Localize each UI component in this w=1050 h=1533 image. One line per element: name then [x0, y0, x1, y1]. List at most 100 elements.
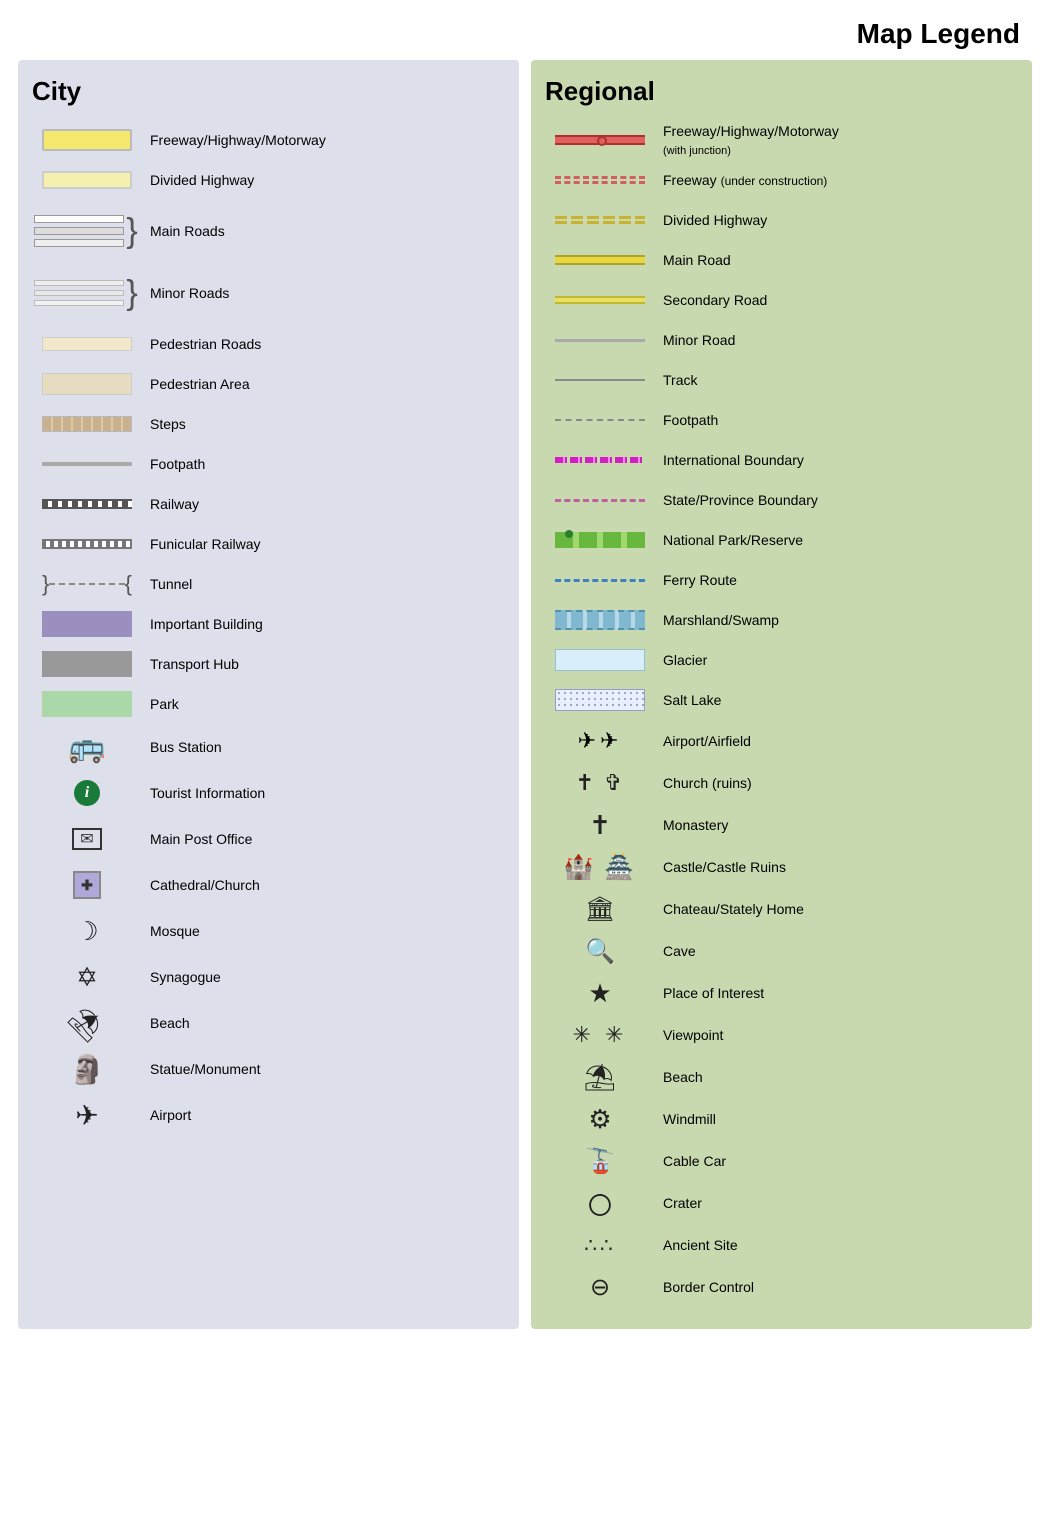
park-symbol	[42, 691, 132, 717]
list-item: Pedestrian Area	[32, 365, 505, 403]
statue-label: Statue/Monument	[142, 1060, 261, 1078]
synagogue-icon: ✡	[76, 962, 98, 993]
bus-icon: 🚌	[68, 730, 105, 765]
list-item: ✚ Cathedral/Church	[32, 863, 505, 907]
transport-hub-label: Transport Hub	[142, 655, 239, 673]
reg-cave-icon: 🔍	[585, 937, 615, 966]
list-item: ★ Place of Interest	[545, 973, 1018, 1013]
railway-label: Railway	[142, 495, 199, 513]
reg-poi-icon: ★	[588, 978, 611, 1009]
list-item: Park	[32, 685, 505, 723]
reg-footpath-symbol	[555, 419, 645, 421]
divided-highway-symbol	[42, 171, 132, 189]
main-roads-label: Main Roads	[142, 222, 225, 240]
header: Map Legend	[0, 0, 1050, 60]
bus-station-label: Bus Station	[142, 738, 222, 756]
cathedral-label: Cathedral/Church	[142, 876, 260, 894]
divided-highway-label: Divided Highway	[142, 171, 254, 189]
list-item: ✈ Airport	[32, 1093, 505, 1137]
reg-chateau-label: Chateau/Stately Home	[655, 900, 804, 918]
reg-secondary-label: Secondary Road	[655, 291, 767, 309]
funicular-label: Funicular Railway	[142, 535, 260, 553]
reg-minor-symbol	[555, 339, 645, 342]
reg-freeway-uc-label: Freeway (under construction)	[655, 171, 827, 190]
list-item: ✡ Synagogue	[32, 955, 505, 999]
reg-chateau-icon: 🏛	[585, 895, 615, 924]
reg-crater-label: Crater	[655, 1194, 702, 1212]
list-item: Railway	[32, 485, 505, 523]
list-item: Main Road	[545, 241, 1018, 279]
list-item: ✝ ✞ Church (ruins)	[545, 763, 1018, 803]
footpath-symbol	[42, 462, 132, 466]
list-item: ✝ Monastery	[545, 805, 1018, 845]
reg-divided-symbol	[555, 216, 645, 224]
cathedral-icon: ✚	[73, 871, 101, 899]
reg-monastery-label: Monastery	[655, 816, 728, 834]
list-item: Minor Road	[545, 321, 1018, 359]
synagogue-label: Synagogue	[142, 968, 221, 986]
list-item: ⚙ Windmill	[545, 1099, 1018, 1139]
reg-viewpoint-icon: ✳ ✳	[573, 1022, 628, 1048]
minor-roads-label: Minor Roads	[142, 284, 229, 302]
list-item: ⛱ Beach	[545, 1057, 1018, 1097]
reg-state-label: State/Province Boundary	[655, 491, 818, 509]
reg-viewpoint-label: Viewpoint	[655, 1026, 723, 1044]
list-item: Secondary Road	[545, 281, 1018, 319]
pedestrian-area-label: Pedestrian Area	[142, 375, 250, 393]
reg-windmill-icon: ⚙	[588, 1104, 611, 1135]
list-item: ✈✈ Airport/Airfield	[545, 721, 1018, 761]
tunnel-symbol: } {	[42, 576, 132, 592]
reg-mainroad-symbol	[555, 255, 645, 265]
regional-title: Regional	[545, 76, 1018, 107]
reg-airport-icon: ✈✈	[578, 728, 623, 754]
list-item: Marshland/Swamp	[545, 601, 1018, 639]
reg-marsh-symbol	[555, 610, 645, 630]
list-item: ⊖ Border Control	[545, 1267, 1018, 1307]
tourist-info-icon: i	[74, 780, 100, 806]
list-item: ✳ ✳ Viewpoint	[545, 1015, 1018, 1055]
pedestrian-roads-symbol	[42, 337, 132, 351]
park-label: Park	[142, 695, 179, 713]
city-column: City Freeway/Highway/Motorway Divided Hi…	[18, 60, 519, 1329]
list-item: ⛱ Beach	[32, 1001, 505, 1045]
reg-salt-symbol	[555, 689, 645, 711]
list-item: Pedestrian Roads	[32, 325, 505, 363]
reg-airport-label: Airport/Airfield	[655, 732, 751, 750]
freeway-label: Freeway/Highway/Motorway	[142, 131, 326, 149]
post-office-icon: ✉	[72, 828, 102, 850]
list-item: Important Building	[32, 605, 505, 643]
reg-beach-icon: ⛱	[583, 1062, 616, 1093]
reg-track-symbol	[555, 379, 645, 381]
list-item: Freeway/Highway/Motorway	[32, 121, 505, 159]
beach-icon: ⛱	[64, 1000, 109, 1045]
important-building-symbol	[42, 611, 132, 637]
reg-castle-icon: 🏰 🏯	[564, 853, 636, 882]
list-item: i Tourist Information	[32, 771, 505, 815]
reg-beach-label: Beach	[655, 1068, 703, 1086]
list-item: ∴∴ Ancient Site	[545, 1225, 1018, 1265]
mosque-icon: ☽	[75, 916, 98, 947]
list-item: 🚡 Cable Car	[545, 1141, 1018, 1181]
tunnel-label: Tunnel	[142, 575, 192, 593]
reg-windmill-label: Windmill	[655, 1110, 716, 1128]
reg-crater-icon: 〇	[588, 1186, 612, 1221]
statue-icon: 🗿	[70, 1053, 105, 1086]
list-item: 🏛 Chateau/Stately Home	[545, 889, 1018, 929]
transport-hub-symbol	[42, 651, 132, 677]
list-item: National Park/Reserve	[545, 521, 1018, 559]
pedestrian-roads-label: Pedestrian Roads	[142, 335, 261, 353]
regional-column: Regional Freeway/Highway/Motorway (with …	[531, 60, 1032, 1329]
pedestrian-area-symbol	[42, 373, 132, 395]
reg-secondary-symbol	[555, 296, 645, 304]
reg-church-icon: ✝ ✞	[576, 770, 625, 796]
list-item: Freeway (under construction)	[545, 161, 1018, 199]
list-item: Transport Hub	[32, 645, 505, 683]
reg-ancient-icon: ∴∴	[584, 1233, 615, 1258]
city-title: City	[32, 76, 505, 107]
reg-ferry-label: Ferry Route	[655, 571, 737, 589]
reg-cablecar-icon: 🚡	[585, 1147, 615, 1176]
list-item: } { Tunnel	[32, 565, 505, 603]
list-item: Salt Lake	[545, 681, 1018, 719]
list-item: ☽ Mosque	[32, 909, 505, 953]
list-item: State/Province Boundary	[545, 481, 1018, 519]
